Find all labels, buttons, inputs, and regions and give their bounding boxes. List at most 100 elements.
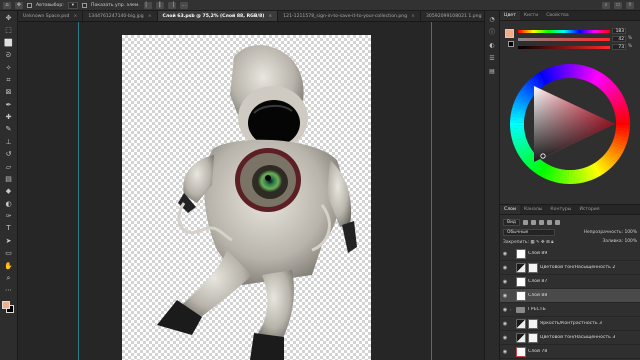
foreground-swatch[interactable]	[2, 300, 10, 309]
adjustments-icon[interactable]: ◐	[488, 42, 496, 50]
layer-mask-thumbnail[interactable]	[528, 332, 538, 343]
visibility-eye-icon[interactable]: ◉	[500, 335, 510, 341]
document-tab[interactable]: 121-1211578_sign-in-to-save-it-to-your-c…	[278, 11, 421, 21]
layer-row[interactable]: ◉ Слой 88	[500, 289, 640, 303]
foreground-color-chip[interactable]	[505, 29, 514, 38]
crop-tool-icon[interactable]: ⌗	[4, 76, 14, 85]
layer-name[interactable]: Слой 87	[528, 279, 547, 284]
document-tab[interactable]: 30592099108021 1.png×	[421, 11, 484, 21]
layer-thumbnail[interactable]	[516, 290, 526, 301]
color-panel-tab[interactable]: Свойства	[542, 11, 572, 20]
align-left-icon[interactable]: ▏	[143, 1, 152, 9]
search-icon[interactable]: ⌕	[602, 1, 610, 9]
layer-name[interactable]: Слой 89	[528, 251, 547, 256]
share-icon[interactable]: ⇪	[626, 1, 634, 9]
color-swatches[interactable]	[2, 300, 15, 314]
home-icon[interactable]: ⌂	[3, 1, 11, 9]
layer-name[interactable]: Слой 88	[528, 293, 547, 298]
color-slider-b[interactable]	[518, 46, 610, 49]
layer-name[interactable]: ГРЕСТЬ	[528, 307, 546, 312]
color-slider-h[interactable]	[518, 30, 610, 33]
type-tool-icon[interactable]: T	[4, 224, 14, 233]
visibility-eye-icon[interactable]: ◉	[500, 265, 510, 271]
color-panel-tab[interactable]: Кисти	[520, 11, 542, 20]
document-tab[interactable]: Слой 63.psb @ 75,2% (Слой 88, RGB/8) ×	[157, 11, 279, 21]
align-center-icon[interactable]: ┃	[155, 1, 164, 9]
auto-select-checkbox[interactable]	[27, 2, 32, 8]
zoom-tool-icon[interactable]: ⌕	[4, 274, 14, 283]
libraries-icon[interactable]: ▤	[488, 68, 496, 76]
document-tab[interactable]: Unknown Space.psd ×	[18, 11, 84, 21]
layer-row[interactable]: ◉ Слой 78	[500, 345, 640, 359]
path-select-tool-icon[interactable]: ➤	[4, 237, 14, 246]
workspace-icon[interactable]: ▭	[614, 1, 622, 9]
color-value-b[interactable]: 73	[612, 44, 626, 50]
filter-adjustment-icon[interactable]	[530, 219, 536, 225]
layer-thumbnail[interactable]	[516, 318, 526, 329]
color-wheel[interactable]	[509, 63, 631, 185]
auto-select-dropdown[interactable]: ▾	[67, 1, 79, 9]
close-tab-icon[interactable]: ×	[411, 11, 415, 21]
artboard-tool-icon[interactable]: ⬚	[4, 26, 14, 35]
marquee-tool-icon[interactable]: ⬜	[4, 39, 14, 48]
guide-line[interactable]	[78, 22, 79, 360]
visibility-eye-icon[interactable]: ◉	[500, 321, 510, 327]
lasso-tool-icon[interactable]: ᘐ	[4, 51, 14, 60]
history-brush-tool-icon[interactable]: ↺	[4, 150, 14, 159]
layer-row[interactable]: ◉ Слой 87	[500, 275, 640, 289]
layer-row[interactable]: ◉ › ГРЕСТЬ	[500, 303, 640, 317]
layer-row[interactable]: ◉ Цветовой тон/Насыщенность 3	[500, 331, 640, 345]
layer-row[interactable]: ◉ Слой 89	[500, 247, 640, 261]
fill-value[interactable]: 100%	[624, 239, 637, 244]
history-icon[interactable]: ◔	[488, 16, 496, 24]
filter-type-icon[interactable]	[538, 219, 544, 225]
more-options-icon[interactable]: …	[179, 1, 188, 9]
layer-row[interactable]: ◉ Цветовой тон/Насыщенность 2	[500, 261, 640, 275]
move-tool-icon[interactable]: ✥	[15, 1, 23, 9]
layer-thumbnail[interactable]	[516, 276, 526, 287]
layers-panel-tab[interactable]: История	[575, 205, 603, 214]
more-tool-icon[interactable]: ⋯	[4, 286, 14, 295]
layers-panel-tab[interactable]: Слои	[500, 205, 520, 214]
guide-line[interactable]	[431, 22, 432, 360]
layer-thumbnail[interactable]	[516, 332, 526, 343]
layer-name[interactable]: Яркость/Контрастность 3	[540, 321, 602, 326]
layer-thumbnail[interactable]	[516, 346, 526, 357]
filter-pixel-icon[interactable]	[522, 219, 528, 225]
info-icon[interactable]: ⓘ	[488, 29, 496, 37]
layer-name[interactable]: Слой 78	[528, 349, 547, 354]
dodge-tool-icon[interactable]: ◐	[4, 200, 14, 209]
shape-tool-icon[interactable]: ▭	[4, 249, 14, 258]
document-tab[interactable]: 1344761247140-big.jpg ×	[83, 11, 158, 21]
lock-icons[interactable]: ▦ ✎ ✥ ⊞ 🔒︎	[530, 240, 553, 245]
frame-tool-icon[interactable]: ⊠	[4, 88, 14, 97]
layer-name[interactable]: Цветовой тон/Насыщенность 3	[540, 335, 615, 340]
layer-row[interactable]: ◉ Яркость/Контрастность 3	[500, 317, 640, 331]
close-tab-icon[interactable]: ×	[148, 11, 152, 21]
healing-tool-icon[interactable]: ✚	[4, 113, 14, 122]
eraser-tool-icon[interactable]: ▱	[4, 163, 14, 172]
quick-select-tool-icon[interactable]: ✧	[4, 64, 14, 73]
layer-thumbnail[interactable]	[516, 262, 526, 273]
blur-tool-icon[interactable]: ◆	[4, 187, 14, 196]
close-tab-icon[interactable]: ×	[73, 11, 77, 21]
opacity-value[interactable]: 100%	[624, 230, 637, 235]
background-color-chip[interactable]	[508, 41, 514, 47]
gradient-tool-icon[interactable]: ▤	[4, 175, 14, 184]
layer-mask-thumbnail[interactable]	[528, 318, 538, 329]
layers-panel-tab[interactable]: Каналы	[520, 205, 546, 214]
layer-mask-thumbnail[interactable]	[528, 262, 538, 273]
visibility-eye-icon[interactable]: ◉	[500, 251, 510, 257]
pen-tool-icon[interactable]: ✑	[4, 212, 14, 221]
brush-tool-icon[interactable]: ✎	[4, 125, 14, 134]
close-tab-icon[interactable]: ×	[268, 11, 272, 21]
hand-tool-icon[interactable]: ✋	[4, 262, 14, 271]
visibility-eye-icon[interactable]: ◉	[500, 349, 510, 355]
visibility-eye-icon[interactable]: ◉	[500, 293, 510, 299]
visibility-eye-icon[interactable]: ◉	[500, 279, 510, 285]
eyedropper-tool-icon[interactable]: ✒	[4, 101, 14, 110]
color-value-h[interactable]: 183	[612, 28, 626, 34]
filter-shape-icon[interactable]	[546, 219, 552, 225]
layer-filter-dropdown[interactable]: Вид	[503, 218, 520, 226]
blend-mode-dropdown[interactable]: Обычные	[503, 228, 555, 236]
